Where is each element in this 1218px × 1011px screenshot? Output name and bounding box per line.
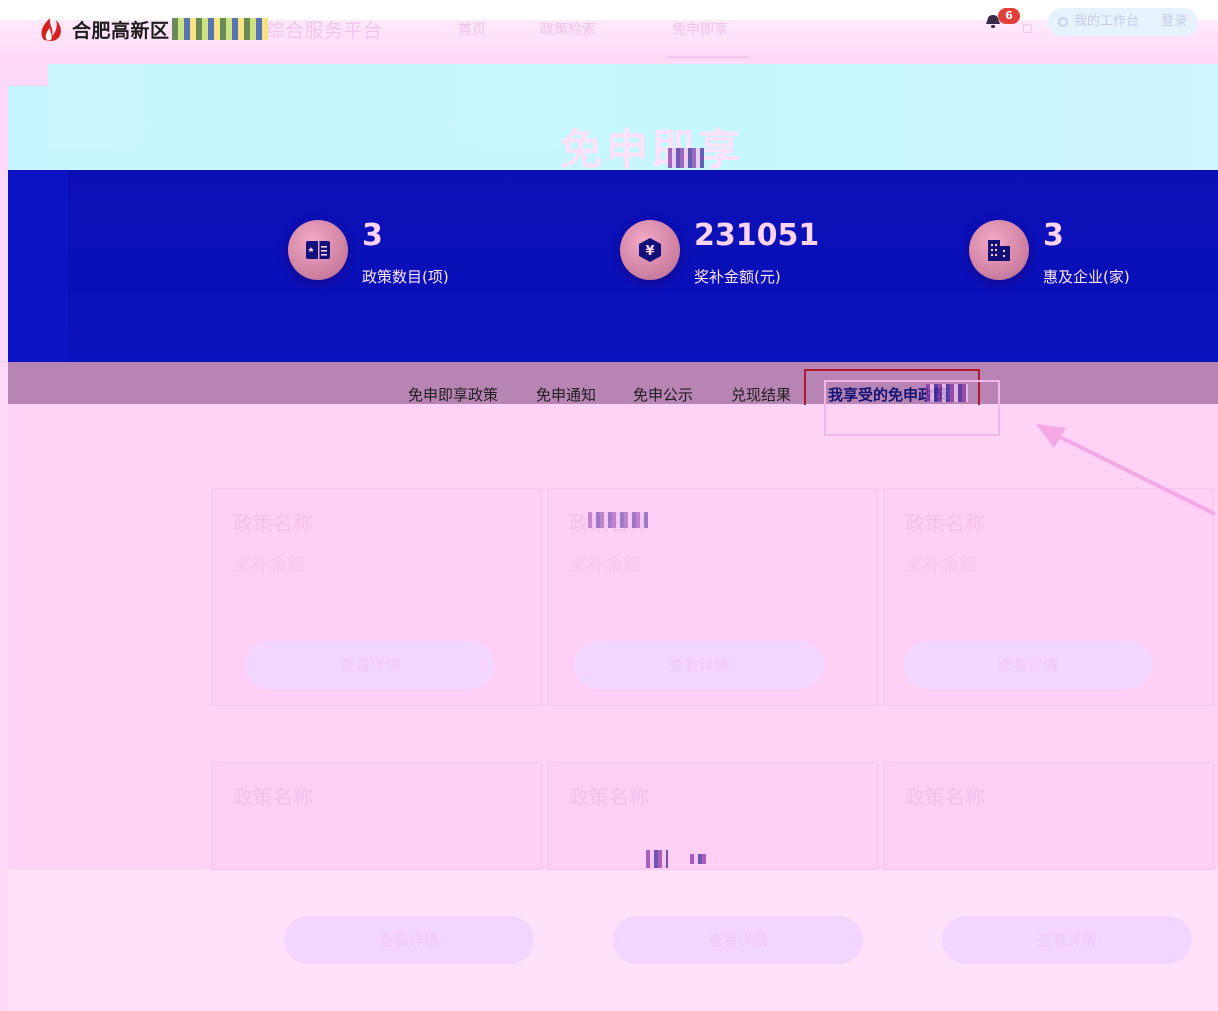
workspace-label: 我的工作台 [1074, 14, 1140, 29]
card-subtitle: 奖补金额 [905, 555, 977, 576]
policy-card[interactable]: 政策名称 奖补金额 查看详情 [212, 488, 542, 706]
stat-value: 3 [362, 218, 383, 253]
annotation-arrow-icon [1036, 424, 1216, 516]
brand-main: 合肥高新区 [72, 20, 170, 42]
stat-subsidy-amount: ¥ 231051 奖补金额(元) [620, 218, 880, 288]
svg-text:¥: ¥ [645, 244, 654, 259]
banner-blue-left [8, 170, 68, 382]
view-details-button[interactable]: 查看详情 [574, 641, 824, 689]
building-icon [988, 240, 1010, 261]
image-noise [690, 854, 706, 864]
stat-label: 政策数目(项) [362, 268, 449, 286]
flame-logo-icon [41, 18, 61, 41]
view-details-button[interactable]: 查看详情 [613, 916, 863, 964]
image-noise [646, 850, 668, 868]
stat-label: 惠及企业(家) [1043, 268, 1130, 286]
card-title: 政策名称 [233, 785, 313, 809]
stat-enterprise-count: 3 惠及企业(家) [969, 218, 1209, 288]
stat-policy-count: 3 政策数目(项) [288, 218, 528, 288]
header-extra[interactable]: ◻ [1022, 21, 1033, 36]
card-title: 政策名称 [233, 511, 313, 535]
image-noise [172, 18, 268, 40]
image-noise [668, 148, 704, 168]
card-title: 政策名称 [569, 785, 649, 809]
view-details-button[interactable]: 查看详情 [245, 641, 495, 689]
card-subtitle: 奖补金额 [569, 555, 641, 576]
login-label: 登录 [1161, 14, 1188, 29]
banner-cyan-strip [8, 86, 48, 170]
nav-home[interactable]: 首页 [458, 19, 486, 39]
tab-exempt-notices[interactable]: 免申通知 [536, 384, 596, 405]
tab-exempt-policies[interactable]: 免申即享政策 [408, 384, 498, 405]
policy-card[interactable]: 政策名称 [884, 762, 1214, 870]
notification-badge: 6 [998, 8, 1020, 24]
stat-label: 奖补金额(元) [694, 268, 781, 286]
card-title: 政策名称 [905, 785, 985, 809]
stat-icon-wrap [288, 220, 348, 280]
tab-exempt-publicity[interactable]: 免申公示 [633, 384, 693, 405]
stat-icon-wrap [969, 220, 1029, 280]
card-title: 政策名称 [905, 511, 985, 535]
stat-value: 3 [1043, 218, 1064, 253]
stat-icon-wrap: ¥ [620, 220, 680, 280]
stat-value: 231051 [694, 218, 820, 253]
annotation-box [824, 380, 1000, 436]
workspace-button[interactable]: 我的工作台 登录 [1048, 8, 1198, 36]
book-icon [306, 241, 330, 259]
card-subtitle: 奖补金额 [233, 555, 305, 576]
policy-card[interactable]: 政策名称 [212, 762, 542, 870]
image-noise [588, 512, 648, 528]
view-details-button[interactable]: 查看详情 [903, 641, 1153, 689]
nav-active-underline [668, 56, 748, 59]
tab-strip [8, 362, 1218, 404]
policy-card[interactable]: 政策名称 [548, 762, 878, 870]
nav-exempt-enjoy[interactable]: 免申即享 [672, 19, 728, 39]
view-details-button[interactable]: 查看详情 [284, 916, 534, 964]
brand-tail: 综合服务平台 [265, 20, 383, 42]
nav-policy-search[interactable]: 政策检索 [540, 19, 596, 39]
yuan-shield-icon: ¥ [639, 238, 661, 262]
user-icon [1058, 17, 1068, 27]
view-details-button[interactable]: 查看详情 [942, 916, 1192, 964]
tab-redemption-results[interactable]: 兑现结果 [731, 384, 791, 405]
banner-title: 免申即享 [560, 125, 745, 174]
